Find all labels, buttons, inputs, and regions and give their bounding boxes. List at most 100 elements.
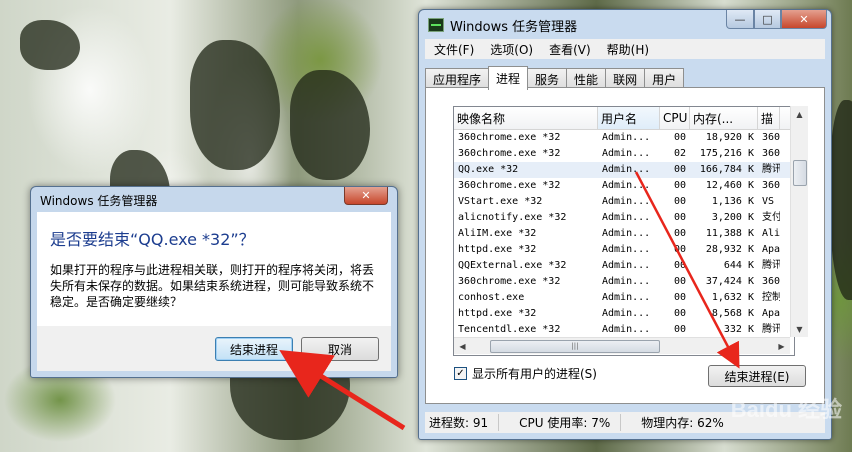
tab-applications[interactable]: 应用程序 [425,68,490,89]
process-memory: 12,460 K [705,180,754,191]
process-memory: 175,216 K [699,148,754,159]
process-user: Admin... [602,148,651,159]
process-memory: 332 K [723,324,754,335]
tab-processes[interactable]: 进程 [488,66,529,90]
confirm-end-process-button[interactable]: 结束进程 [215,337,293,361]
process-description: 360 [762,180,780,191]
window-title: Windows 任务管理器 [450,20,578,35]
process-description: 控制 [762,292,780,303]
process-row[interactable]: Tencentdl.exe *32 Admin... 00 332 K 腾讯 [454,322,794,338]
process-description: 腾讯 [762,164,780,175]
process-cpu: 00 [673,260,686,271]
process-image-name: QQ.exe *32 [458,164,519,175]
process-user: Admin... [602,228,651,239]
process-description: 360 [762,148,780,159]
process-user: Admin... [602,292,651,303]
dialog-title: Windows 任务管理器 [40,194,158,208]
process-row[interactable]: httpd.exe *32 Admin... 00 8,568 K Apa [454,306,794,322]
process-row[interactable]: 360chrome.exe *32 Admin... 00 12,460 K 360 [454,178,794,194]
process-rows: 360chrome.exe *32 Admin... 00 18,920 K 360 36… [454,130,794,346]
status-cpu-usage: CPU 使用率: 7% [499,414,622,431]
menu-file[interactable]: 文件(F) [434,41,474,58]
process-cpu: 00 [673,228,686,239]
show-all-users-checkbox[interactable]: ✓ [454,367,467,380]
process-list: 映像名称 用户名 CPU 内存(... 描 360chrome.exe *32 A… [453,106,795,356]
scroll-down-icon[interactable]: ▼ [791,321,808,337]
column-image-name[interactable]: 映像名称 [454,107,598,129]
close-button[interactable]: ✕ [781,10,827,29]
column-cpu[interactable]: CPU [660,107,690,129]
process-description: VS [762,196,775,207]
maximize-button[interactable]: □ [754,10,781,29]
process-cpu: 00 [673,292,686,303]
process-memory: 18,920 K [705,132,754,143]
horizontal-scroll-thumb[interactable]: ||| [490,340,660,353]
dialog-close-button[interactable]: ✕ [344,187,388,205]
process-image-name: VStart.exe *32 [458,196,543,207]
menu-options[interactable]: 选项(O) [490,41,533,58]
process-cpu: 00 [673,324,686,335]
scroll-right-icon[interactable]: ▶ [773,338,790,354]
process-row[interactable]: httpd.exe *32 Admin... 00 28,932 K Apa [454,242,794,258]
process-row[interactable]: 360chrome.exe *32 Admin... 00 18,920 K 360 [454,130,794,146]
dialog-heading: 是否要结束“QQ.exe *32”？ [50,230,255,249]
process-image-name: Tencentdl.exe *32 [458,324,561,335]
process-description: Ali [762,228,780,239]
menu-view[interactable]: 查看(V) [549,41,591,58]
process-description: 腾讯 [762,260,780,271]
column-description[interactable]: 描 [758,107,780,129]
process-image-name: 360chrome.exe *32 [458,180,561,191]
process-image-name: 360chrome.exe *32 [458,148,561,159]
dialog-body: 是否要结束“QQ.exe *32”？ 如果打开的程序与此进程相关联，则打开的程序… [37,212,391,326]
process-row[interactable]: QQExternal.exe *32 Admin... 00 644 K 腾讯 [454,258,794,274]
show-all-users-option[interactable]: ✓ 显示所有用户的进程(S) [454,365,597,382]
tab-services[interactable]: 服务 [527,68,568,89]
process-row[interactable]: 360chrome.exe *32 Admin... 00 37,424 K 360 [454,274,794,290]
process-description: 360 [762,276,780,287]
process-user: Admin... [602,324,651,335]
window-controls: — □ ✕ [726,10,827,29]
process-cpu: 00 [673,164,686,175]
process-row[interactable]: 360chrome.exe *32 Admin... 02 175,216 K 360 [454,146,794,162]
tab-networking[interactable]: 联网 [605,68,646,89]
process-image-name: httpd.exe *32 [458,308,537,319]
end-process-button[interactable]: 结束进程(E) [708,365,806,387]
process-memory: 1,632 K [711,292,754,303]
minimize-button[interactable]: — [726,10,754,29]
column-user-name[interactable]: 用户名 [598,107,660,129]
tab-users[interactable]: 用户 [644,68,685,89]
scroll-up-icon[interactable]: ▲ [791,106,808,122]
process-row[interactable]: QQ.exe *32 Admin... 00 166,784 K 腾讯 [454,162,794,178]
process-row[interactable]: VStart.exe *32 Admin... 00 1,136 K VS [454,194,794,210]
process-cpu: 00 [673,132,686,143]
process-row[interactable]: AliIM.exe *32 Admin... 00 11,388 K Ali [454,226,794,242]
status-physical-memory: 物理内存: 62% [641,416,724,430]
process-memory: 166,784 K [699,164,754,175]
process-row[interactable]: alicnotify.exe *32 Admin... 00 3,200 K 支付 [454,210,794,226]
process-row[interactable]: conhost.exe Admin... 00 1,632 K 控制 [454,290,794,306]
title-bar[interactable]: Windows 任务管理器 — □ ✕ [419,10,831,38]
tab-performance[interactable]: 性能 [566,68,607,89]
process-user: Admin... [602,196,651,207]
vertical-scroll-thumb[interactable] [793,160,807,186]
process-memory: 1,136 K [711,196,754,207]
status-process-count: 进程数: 91 [425,414,500,431]
process-image-name: alicnotify.exe *32 [458,212,567,223]
menu-help[interactable]: 帮助(H) [607,41,649,58]
process-cpu: 00 [673,180,686,191]
process-image-name: httpd.exe *32 [458,244,537,255]
process-description: 360 [762,132,780,143]
scroll-left-icon[interactable]: ◀ [454,338,471,354]
dialog-message: 如果打开的程序与此进程相关联，则打开的程序将关闭，将丢失所有未保存的数据。如果结… [50,263,375,309]
cancel-button[interactable]: 取消 [301,337,379,361]
process-description: Apa [762,244,780,255]
process-user: Admin... [602,276,651,287]
process-cpu: 00 [673,196,686,207]
column-memory[interactable]: 内存(... [690,107,758,129]
vertical-scrollbar[interactable]: ▲ ▼ [790,106,808,337]
processes-panel: 映像名称 用户名 CPU 内存(... 描 360chrome.exe *32 A… [425,87,825,404]
horizontal-scrollbar[interactable]: ◀ ||| ▶ [454,337,790,354]
process-user: Admin... [602,212,651,223]
task-manager-window: Windows 任务管理器 — □ ✕ 文件(F) 选项(O) 查看(V) 帮助… [418,9,832,440]
process-image-name: conhost.exe [458,292,525,303]
